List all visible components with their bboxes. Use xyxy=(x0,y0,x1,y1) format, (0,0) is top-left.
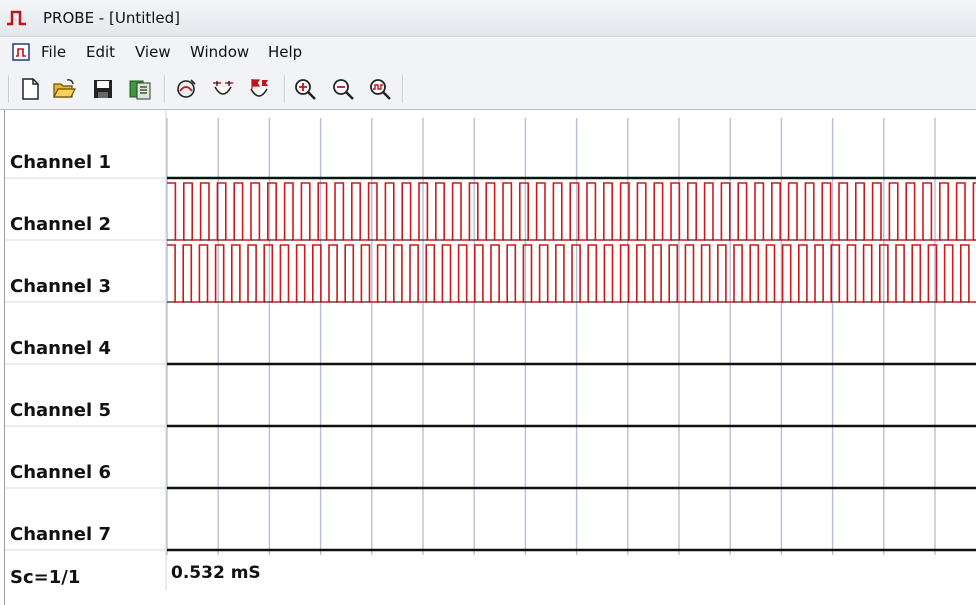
channel-3-label[interactable]: Channel 3 xyxy=(10,276,111,297)
menu-help[interactable]: Help xyxy=(268,43,302,61)
menu-bar: File Edit View Window Help xyxy=(0,36,976,70)
menu-file[interactable]: File xyxy=(41,43,66,61)
scale-readout: Sc=1/1 xyxy=(10,567,81,588)
time-readout: 0.532 mS xyxy=(171,563,261,583)
window-title: PROBE - [Untitled] xyxy=(43,9,181,27)
channel-3-trace xyxy=(167,244,976,303)
channel-7-label[interactable]: Channel 7 xyxy=(10,524,111,545)
save-icon[interactable] xyxy=(91,77,115,101)
zoom-in-icon[interactable] xyxy=(293,77,317,101)
zoom-out-icon[interactable] xyxy=(331,77,355,101)
markers-icon[interactable] xyxy=(247,77,271,101)
channel-5-label[interactable]: Channel 5 xyxy=(10,400,111,421)
probe-app-icon xyxy=(7,10,26,26)
probe-settings-icon[interactable] xyxy=(174,77,198,101)
waveform-view[interactable]: Channel 1 Channel 2 Channel 3 Channel 4 … xyxy=(4,110,976,605)
toolbar-separator xyxy=(8,75,10,103)
grid xyxy=(165,110,936,590)
channel-1-label[interactable]: Channel 1 xyxy=(10,152,111,173)
channel-2-trace xyxy=(167,182,976,241)
toolbar-separator xyxy=(164,75,166,103)
menu-view[interactable]: View xyxy=(135,43,171,61)
waveform-canvas[interactable] xyxy=(5,110,976,605)
channel-4-label[interactable]: Channel 4 xyxy=(10,338,111,359)
document-icon[interactable] xyxy=(12,43,30,61)
toolbar-separator xyxy=(284,75,286,103)
toolbar xyxy=(0,69,976,110)
menu-window[interactable]: Window xyxy=(190,43,249,61)
menu-edit[interactable]: Edit xyxy=(86,43,115,61)
measure-icon[interactable] xyxy=(211,77,235,101)
channel-2-label[interactable]: Channel 2 xyxy=(10,214,111,235)
title-bar: PROBE - [Untitled] xyxy=(0,0,976,36)
channel-6-label[interactable]: Channel 6 xyxy=(10,462,111,483)
open-icon[interactable] xyxy=(52,77,76,101)
zoom-fit-icon[interactable] xyxy=(368,77,392,101)
new-icon[interactable] xyxy=(18,77,42,101)
toolbar-separator xyxy=(402,75,404,103)
export-icon[interactable] xyxy=(128,77,152,101)
signals xyxy=(167,176,976,552)
